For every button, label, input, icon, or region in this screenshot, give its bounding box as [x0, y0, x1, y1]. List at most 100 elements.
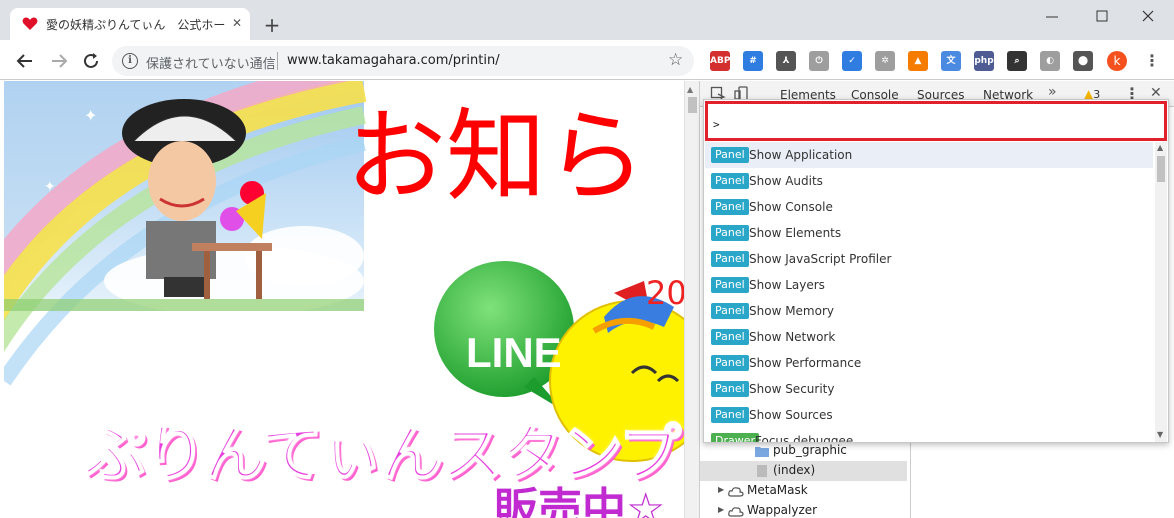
tree-item[interactable]: ▶ Wappalyzer [700, 501, 910, 518]
command-item[interactable]: Panel Show Sources [705, 402, 1153, 428]
command-menu-input[interactable]: > [705, 101, 1167, 141]
command-item-label: Show Console [749, 200, 833, 214]
abp-icon[interactable]: ABP [710, 51, 730, 71]
more-tabs-icon[interactable]: » [1048, 84, 1057, 100]
wappalyzer-icon[interactable]: ◐ [1040, 51, 1060, 71]
command-scroll-thumb[interactable] [1157, 156, 1165, 182]
maximize-icon[interactable] [1090, 7, 1114, 27]
tab-strip: 愛の妖精ぷりんてぃん 公式ホームペ ✕ + [0, 0, 1174, 40]
tree-item[interactable]: ▶ MetaMask [700, 481, 910, 501]
fox-icon[interactable]: ▲ [908, 51, 928, 71]
power-icon[interactable]: ⏻ [809, 51, 829, 71]
compass-icon[interactable]: ⅄ [776, 51, 796, 71]
scroll-down-arrow-icon[interactable]: ▼ [1157, 430, 1163, 439]
command-item-label: Show Network [749, 330, 836, 344]
scroll-up-arrow-icon[interactable]: ▲ [687, 85, 693, 94]
command-item-label: Show Elements [749, 226, 842, 240]
tree-item-label: pub_graphic [773, 443, 847, 457]
hashtag-icon[interactable]: # [743, 51, 763, 71]
address-bar[interactable]: i 保護されていない通信 www.takamagahara.com/printi… [112, 46, 694, 76]
command-item-label: Focus debuggee [755, 434, 854, 442]
translate-icon[interactable]: 文 [941, 51, 961, 71]
command-item[interactable]: Panel Show Layers [705, 272, 1153, 298]
reload-icon[interactable] [80, 50, 102, 72]
command-item[interactable]: Panel Show Security [705, 376, 1153, 402]
pin-icon[interactable]: ⬤ [1073, 51, 1093, 71]
command-item[interactable]: Panel Show Console [705, 194, 1153, 220]
command-item[interactable]: Drawer Focus debuggee [705, 428, 1153, 442]
new-tab-button[interactable]: + [262, 15, 282, 35]
security-status[interactable]: 保護されていない通信 [146, 53, 276, 72]
command-menu: > Panel Show Application Panel Show Audits P… [703, 99, 1169, 443]
page-year-text: 20 [646, 274, 684, 312]
page-scrollbar[interactable]: ▲ [684, 81, 699, 518]
command-category-badge: Panel [711, 277, 749, 293]
page-scroll-thumb[interactable] [688, 97, 697, 113]
tree-item[interactable]: pub_graphic [700, 441, 910, 461]
back-arrow-icon[interactable] [14, 50, 36, 72]
sources-editor-area [911, 443, 1174, 518]
command-input-text[interactable]: > [713, 118, 720, 131]
command-category-badge: Drawer [711, 433, 760, 442]
puzzle-icon[interactable]: ✲ [875, 51, 895, 71]
tab-title: 愛の妖精ぷりんてぃん 公式ホームペ [46, 18, 226, 32]
magnifier-icon[interactable]: ⌕ [1007, 51, 1027, 71]
command-category-badge: Panel [711, 173, 749, 189]
check-icon[interactable]: ✓ [842, 51, 862, 71]
command-category-badge: Panel [711, 199, 749, 215]
command-category-badge: Panel [711, 407, 749, 423]
browser-tab[interactable]: 愛の妖精ぷりんてぃん 公式ホームペ ✕ [10, 8, 250, 40]
php-icon[interactable]: php [974, 51, 994, 71]
cloud-icon [728, 487, 744, 497]
command-item-label: Show Performance [749, 356, 862, 370]
heart-icon [22, 17, 38, 30]
sources-file-tree: pub_graphic (index) ▶ MetaMask ▶ Wappalyzer [700, 443, 910, 518]
command-item-label: Show Layers [749, 278, 825, 292]
expand-arrow-icon[interactable]: ▶ [718, 485, 724, 494]
profile-avatar[interactable]: k [1107, 51, 1127, 71]
command-item[interactable]: Panel Show Performance [705, 350, 1153, 376]
line-logo-text: LINE [466, 329, 562, 376]
forward-arrow-icon[interactable] [48, 50, 70, 72]
tree-item-label: MetaMask [747, 483, 808, 497]
folder-icon [755, 447, 769, 457]
command-category-badge: Panel [711, 251, 749, 267]
file-icon [757, 465, 767, 477]
cloud-icon [728, 507, 744, 517]
url-text[interactable]: www.takamagahara.com/printin/ [287, 53, 500, 68]
command-list: Panel Show Application Panel Show Audits Pan… [705, 142, 1153, 442]
command-item[interactable]: Panel Show Elements [705, 220, 1153, 246]
scroll-up-arrow-icon[interactable]: ▲ [1157, 143, 1163, 152]
page-heading: お知ら [346, 98, 646, 215]
command-item[interactable]: Panel Show Network [705, 324, 1153, 350]
minimize-icon[interactable] [1040, 7, 1064, 27]
command-category-badge: Panel [711, 303, 749, 319]
bookmark-star-icon[interactable]: ☆ [668, 51, 686, 69]
command-item[interactable]: Panel Show Audits [705, 168, 1153, 194]
tab-close-icon[interactable]: ✕ [229, 15, 245, 31]
window-close-icon[interactable] [1136, 7, 1160, 27]
command-list-scrollbar[interactable]: ▲ ▼ [1155, 142, 1167, 442]
browser-toolbar: i 保護されていない通信 www.takamagahara.com/printi… [0, 40, 1174, 80]
expand-arrow-icon[interactable]: ▶ [718, 505, 724, 514]
info-icon[interactable]: i [122, 53, 138, 69]
command-item[interactable]: Panel Show Memory [705, 298, 1153, 324]
command-item-label: Show JavaScript Profiler [749, 252, 892, 266]
browser-menu-icon[interactable]: ⋮ [1144, 50, 1160, 72]
command-item[interactable]: Panel Show Application [705, 142, 1153, 168]
sale-text: 販売中☆ [494, 484, 666, 518]
tree-item[interactable]: (index) [700, 461, 907, 481]
svg-text:✦: ✦ [44, 179, 56, 195]
command-category-badge: Panel [711, 225, 749, 241]
command-item-label: Show Sources [749, 408, 833, 422]
address-separator [277, 52, 278, 70]
command-item[interactable]: Panel Show JavaScript Profiler [705, 246, 1153, 272]
command-category-badge: Panel [711, 355, 749, 371]
command-item-label: Show Memory [749, 304, 834, 318]
command-item-label: Show Application [749, 148, 853, 162]
command-category-badge: Panel [711, 381, 749, 397]
page-viewport: ✦ ✦ お知ら 20 LINE ぷりんてぃんスタンプ 販売中☆ [4, 81, 684, 518]
browser-window: 愛の妖精ぷりんてぃん 公式ホームペ ✕ + i 保護されていない通信 www.t… [0, 0, 1174, 518]
tree-item-label: Wappalyzer [747, 503, 818, 517]
command-category-badge: Panel [711, 329, 749, 345]
